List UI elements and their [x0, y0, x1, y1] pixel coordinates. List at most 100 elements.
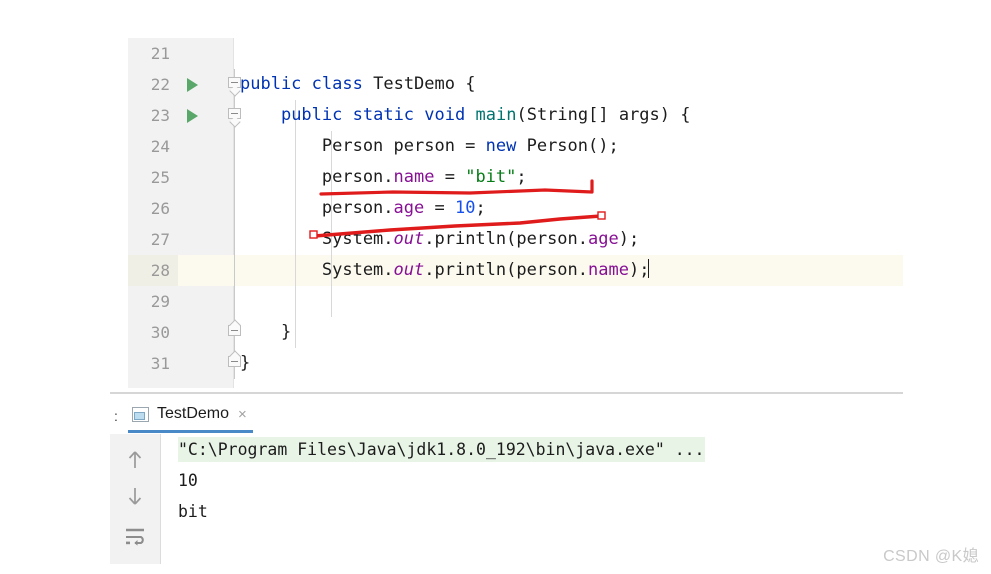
- code-token: System.: [240, 229, 394, 249]
- run-gutter-empty: [184, 286, 206, 317]
- code-text-line-31: }: [240, 348, 250, 379]
- code-token: public: [280, 105, 343, 125]
- code-token: System.: [240, 260, 394, 280]
- run-gutter-button[interactable]: [184, 100, 206, 131]
- code-token: name: [393, 167, 435, 187]
- code-token: name: [588, 260, 629, 280]
- code-line-29[interactable]: 29: [128, 286, 903, 317]
- fold-gutter: [226, 379, 246, 388]
- scroll-up-button[interactable]: [123, 448, 147, 472]
- line-number-31: 31: [150, 354, 170, 373]
- line-number-26: 26: [150, 199, 170, 218]
- code-token: out: [393, 229, 425, 249]
- run-gutter-empty: [184, 379, 206, 388]
- code-text-line-28: System.out.println(person.name);: [240, 255, 650, 286]
- line-number-25: 25: [150, 168, 170, 187]
- code-text-line-24: Person person = new Person();: [240, 131, 619, 162]
- console-output[interactable]: "C:\Program Files\Java\jdk1.8.0_192\bin\…: [161, 434, 903, 564]
- code-token: Person person =: [240, 136, 486, 156]
- code-editor[interactable]: 21 22 public class TestDemo {23 public sta…: [128, 38, 903, 388]
- run-gutter-empty: [184, 255, 206, 286]
- run-gutter-empty: [184, 224, 206, 255]
- code-token: );: [618, 229, 640, 249]
- toolwindow-marker: :: [114, 408, 118, 424]
- code-line-26[interactable]: 26 person.age = 10;: [128, 193, 903, 224]
- fold-gutter: [226, 286, 246, 317]
- line-number-30: 30: [150, 323, 170, 342]
- code-token: Person();: [516, 136, 619, 156]
- code-line-22[interactable]: 22 public class TestDemo {: [128, 69, 903, 100]
- line-number-28: 28: [128, 255, 178, 286]
- line-number-21: 21: [150, 44, 170, 63]
- code-text-line-30: }: [240, 317, 291, 348]
- code-token: =: [434, 167, 466, 187]
- console-line-text: "C:\Program Files\Java\jdk1.8.0_192\bin\…: [178, 437, 705, 462]
- console-line-text: 10: [178, 471, 198, 490]
- code-line-23[interactable]: 23 public static void main(String[] args…: [128, 100, 903, 131]
- scroll-down-button[interactable]: [123, 484, 147, 508]
- console-window-icon: [132, 406, 149, 422]
- code-text-line-23: public static void main(String[] args) {: [240, 100, 691, 131]
- run-tab-testdemo[interactable]: TestDemo ×: [128, 398, 253, 433]
- code-token: person.: [240, 167, 394, 187]
- run-gutter-empty: [184, 193, 206, 224]
- code-token: void: [424, 105, 466, 125]
- code-token: }: [240, 322, 292, 342]
- code-line-27[interactable]: 27 System.out.println(person.age);: [128, 224, 903, 255]
- code-text-line-22: public class TestDemo {: [240, 69, 475, 100]
- code-lines[interactable]: 21 22 public class TestDemo {23 public sta…: [128, 38, 903, 388]
- code-token: TestDemo: [373, 74, 455, 94]
- run-gutter-empty: [184, 317, 206, 348]
- console-line-2: bit: [161, 496, 903, 527]
- code-token: age: [393, 198, 425, 218]
- run-tool-window[interactable]: : TestDemo × "C:\Program Files\Java\jdk1…: [110, 392, 903, 564]
- console-line-1: 10: [161, 465, 903, 496]
- run-gutter-empty: [184, 38, 206, 69]
- code-token: class: [311, 74, 363, 94]
- down-arrow-icon: [128, 488, 142, 505]
- code-line-32[interactable]: 32: [128, 379, 903, 388]
- code-line-31[interactable]: 31}: [128, 348, 903, 379]
- close-icon[interactable]: ×: [238, 407, 247, 422]
- code-line-28[interactable]: 28 System.out.println(person.name);: [128, 255, 903, 286]
- console-sidebar[interactable]: [110, 434, 161, 564]
- console-line-0: "C:\Program Files\Java\jdk1.8.0_192\bin\…: [161, 434, 903, 465]
- code-token: .println(person.: [424, 229, 589, 249]
- run-gutter-empty: [184, 162, 206, 193]
- fold-region-line: [234, 162, 235, 193]
- line-number-23: 23: [150, 106, 170, 125]
- soft-wrap-button[interactable]: [123, 524, 147, 548]
- indent-guide: [331, 286, 332, 317]
- line-number-29: 29: [150, 292, 170, 311]
- code-line-24[interactable]: 24 Person person = new Person();: [128, 131, 903, 162]
- code-token: new: [485, 136, 517, 156]
- run-gutter-empty: [184, 348, 206, 379]
- code-token: static: [352, 105, 415, 125]
- code-token: public: [240, 74, 302, 94]
- code-token: ;: [516, 167, 527, 187]
- code-text-line-25: person.name = "bit";: [240, 162, 527, 193]
- run-tab-strip[interactable]: TestDemo ×: [128, 398, 253, 433]
- line-number-22: 22: [150, 75, 170, 94]
- text-caret: [648, 259, 650, 278]
- code-text-line-27: System.out.println(person.age);: [240, 224, 639, 255]
- code-line-30[interactable]: 30 }: [128, 317, 903, 348]
- code-line-21[interactable]: 21: [128, 38, 903, 69]
- fold-region-line: [234, 131, 235, 162]
- run-gutter-button[interactable]: [184, 69, 206, 100]
- code-token: ;: [475, 198, 486, 218]
- run-gutter-empty: [184, 131, 206, 162]
- code-token: );: [628, 260, 650, 280]
- soft-wrap-icon: [126, 528, 144, 546]
- fold-region-line: [234, 286, 235, 317]
- code-line-25[interactable]: 25 person.name = "bit";: [128, 162, 903, 193]
- code-text-line-26: person.age = 10;: [240, 193, 486, 224]
- fold-region-line: [234, 193, 235, 224]
- code-token: out: [393, 260, 425, 280]
- code-token: "bit": [465, 167, 517, 187]
- code-token: String: [526, 105, 589, 125]
